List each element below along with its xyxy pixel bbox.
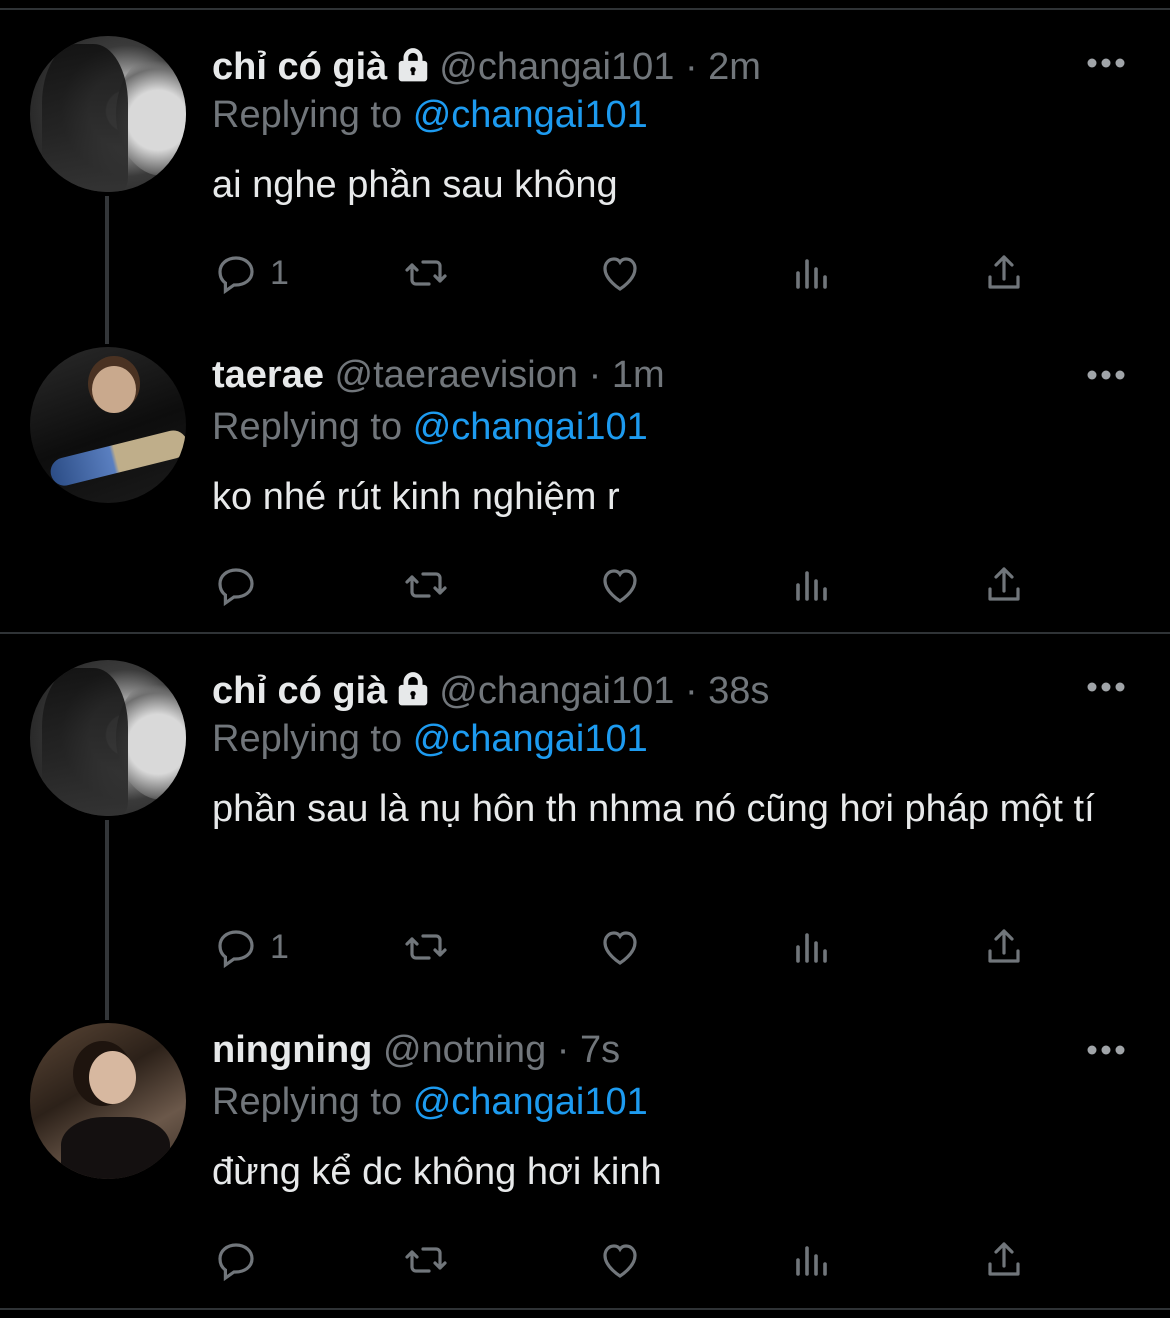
retweet-icon [405,572,447,598]
reply-count: 1 [270,927,289,966]
reply-icon [218,1243,254,1282]
retweet-button[interactable] [402,561,450,609]
reply-icon [218,256,254,295]
separator: · [556,1029,570,1071]
share-icon [988,255,1020,289]
analytics-button[interactable] [788,923,836,971]
retweet-button[interactable] [402,923,450,971]
replying-to: Replying to @changai101 [212,403,648,451]
timestamp[interactable]: 2m [708,46,761,88]
retweet-icon [405,934,447,960]
tweet-text: đừng kể dc không hơi kinh [212,1151,662,1193]
avatar[interactable] [30,347,186,503]
share-button[interactable] [980,1236,1028,1284]
analytics-icon [796,259,827,289]
analytics-button[interactable] [788,249,836,297]
separator: · [588,354,602,396]
lock-icon [399,48,428,82]
like-icon [603,931,637,965]
retweet-icon [405,1247,447,1273]
timestamp[interactable]: 7s [580,1029,620,1071]
analytics-icon [796,571,827,601]
avatar[interactable] [30,660,186,816]
reply-icon [218,930,254,969]
like-button[interactable] [596,249,644,297]
replying-label: Replying to [212,406,403,448]
reply-button[interactable]: 1 [212,249,289,297]
retweet-button[interactable] [402,1236,450,1284]
share-button[interactable] [980,561,1028,609]
like-icon [603,1244,637,1278]
replying-label: Replying to [212,1081,403,1123]
retweet-icon [405,260,447,286]
action-bar [212,561,1112,611]
like-button[interactable] [596,923,644,971]
thread-connector [105,820,109,1020]
reply-button[interactable] [212,561,270,609]
share-icon [988,567,1020,601]
user-handle[interactable]: @changai101 [439,46,674,88]
reply-button[interactable]: 1 [212,923,289,971]
user-handle[interactable]: @changai101 [439,670,674,712]
user-handle[interactable]: @notning [383,1029,546,1071]
more-icon[interactable] [1086,681,1126,693]
lock-icon [399,672,428,706]
replying-to: Replying to @changai101 [212,1078,648,1126]
replying-handle-link[interactable]: @changai101 [413,1081,648,1123]
tweet-text: phần sau là nụ hôn th nhma nó cũng hơi p… [212,788,1095,830]
avatar[interactable] [30,36,186,192]
like-button[interactable] [596,561,644,609]
separator: · [684,46,698,88]
avatar[interactable] [30,1023,186,1179]
like-icon [603,569,637,603]
conversation-divider [0,632,1170,634]
analytics-button[interactable] [788,1236,836,1284]
display-name[interactable]: taerae [212,354,324,396]
action-bar: 1 [212,249,1112,299]
more-icon[interactable] [1086,369,1126,381]
replying-handle-link[interactable]: @changai101 [413,718,648,760]
reply-button[interactable] [212,1236,270,1284]
reply-count: 1 [270,253,289,292]
like-button[interactable] [596,1236,644,1284]
replying-to: Replying to @changai101 [212,715,648,763]
like-icon [603,257,637,291]
reply-icon [218,568,254,607]
analytics-button[interactable] [788,561,836,609]
retweet-button[interactable] [402,249,450,297]
separator: · [684,670,698,712]
action-bar [212,1236,1112,1286]
timestamp[interactable]: 38s [708,670,769,712]
user-handle[interactable]: @taeraevision [335,354,578,396]
more-icon[interactable] [1086,1044,1126,1056]
top-divider [0,0,1170,10]
more-icon[interactable] [1086,57,1126,69]
share-icon [988,1242,1020,1276]
display-name[interactable]: chỉ có già [212,46,387,88]
analytics-icon [796,1246,827,1276]
bottom-divider [0,1308,1170,1310]
tweet-header: chỉ có già @changai101 · 38s [212,667,769,715]
action-bar: 1 [212,923,1112,973]
share-icon [988,929,1020,963]
tweet-header: taerae @taeraevision · 1m [212,351,665,399]
replying-handle-link[interactable]: @changai101 [413,406,648,448]
display-name[interactable]: ningning [212,1029,372,1071]
thread-connector [105,196,109,344]
tweet-text: ko nhé rút kinh nghiệm r [212,476,620,518]
share-button[interactable] [980,923,1028,971]
display-name[interactable]: chỉ có già [212,670,387,712]
replying-label: Replying to [212,94,403,136]
replying-to: Replying to @changai101 [212,91,648,139]
timestamp[interactable]: 1m [612,354,665,396]
tweet-header: chỉ có già @changai101 · 2m [212,43,761,91]
replying-label: Replying to [212,718,403,760]
replying-handle-link[interactable]: @changai101 [413,94,648,136]
tweet-header: ningning @notning · 7s [212,1026,620,1074]
analytics-icon [796,933,827,963]
tweet-text: ai nghe phần sau không [212,164,618,206]
share-button[interactable] [980,249,1028,297]
